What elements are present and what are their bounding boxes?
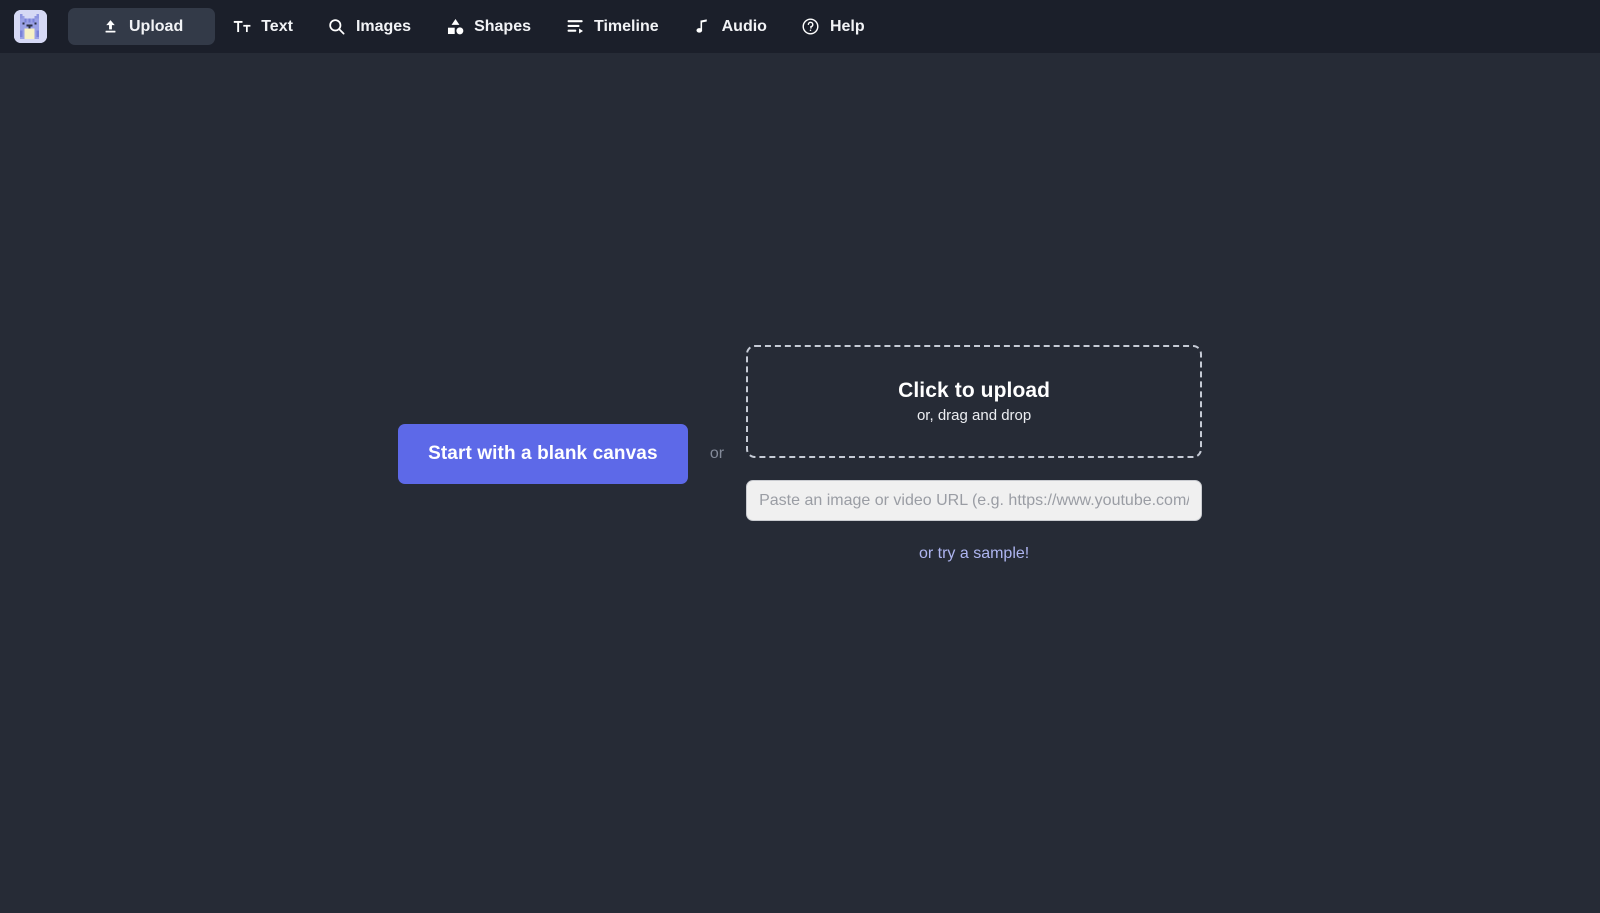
start-blank-canvas-button[interactable]: Start with a blank canvas <box>397 424 688 484</box>
toolbar-item-label: Text <box>261 17 293 35</box>
file-dropzone[interactable]: Click to upload or, drag and drop <box>746 345 1203 458</box>
question-circle-icon <box>801 17 821 37</box>
toolbar-item-label: Upload <box>129 17 184 35</box>
music-note-icon <box>693 17 713 37</box>
dropzone-title: Click to upload <box>898 379 1051 402</box>
upload-options-column: Click to upload or, drag and drop or try… <box>746 345 1203 563</box>
or-separator-label: or <box>709 445 725 462</box>
toolbar-item-label: Timeline <box>594 17 659 35</box>
try-sample-link[interactable]: or try a sample! <box>919 545 1029 563</box>
shapes-icon <box>445 17 465 37</box>
toolbar-item-audio[interactable]: Audio <box>676 8 784 45</box>
start-options-container: Start with a blank canvas or Click to up… <box>0 53 1600 913</box>
app-logo[interactable] <box>14 10 47 43</box>
toolbar-item-help[interactable]: Help <box>784 8 882 45</box>
text-icon <box>232 17 252 37</box>
toolbar-item-label: Images <box>355 17 412 35</box>
pixel-cat-avatar-icon <box>14 10 47 43</box>
dropzone-subtitle: or, drag and drop <box>916 407 1032 424</box>
media-url-input[interactable] <box>746 480 1203 521</box>
toolbar-item-label: Audio <box>721 17 767 35</box>
toolbar-item-shapes[interactable]: Shapes <box>428 8 548 45</box>
toolbar-item-timeline[interactable]: Timeline <box>548 8 676 45</box>
editor-stage: Start with a blank canvas or Click to up… <box>0 53 1600 913</box>
toolbar-item-text[interactable]: Text <box>215 8 310 45</box>
search-icon <box>327 17 347 37</box>
start-options-row: Start with a blank canvas or Click to up… <box>397 345 1203 563</box>
toolbar-item-label: Help <box>829 17 865 35</box>
top-toolbar: Upload Text Images Shapes Timeline Audio… <box>0 0 1600 53</box>
upload-icon <box>100 17 120 37</box>
toolbar-item-images[interactable]: Images <box>310 8 428 45</box>
toolbar-item-label: Shapes <box>474 17 531 35</box>
timeline-icon <box>565 17 585 37</box>
toolbar-item-upload[interactable]: Upload <box>68 8 216 45</box>
